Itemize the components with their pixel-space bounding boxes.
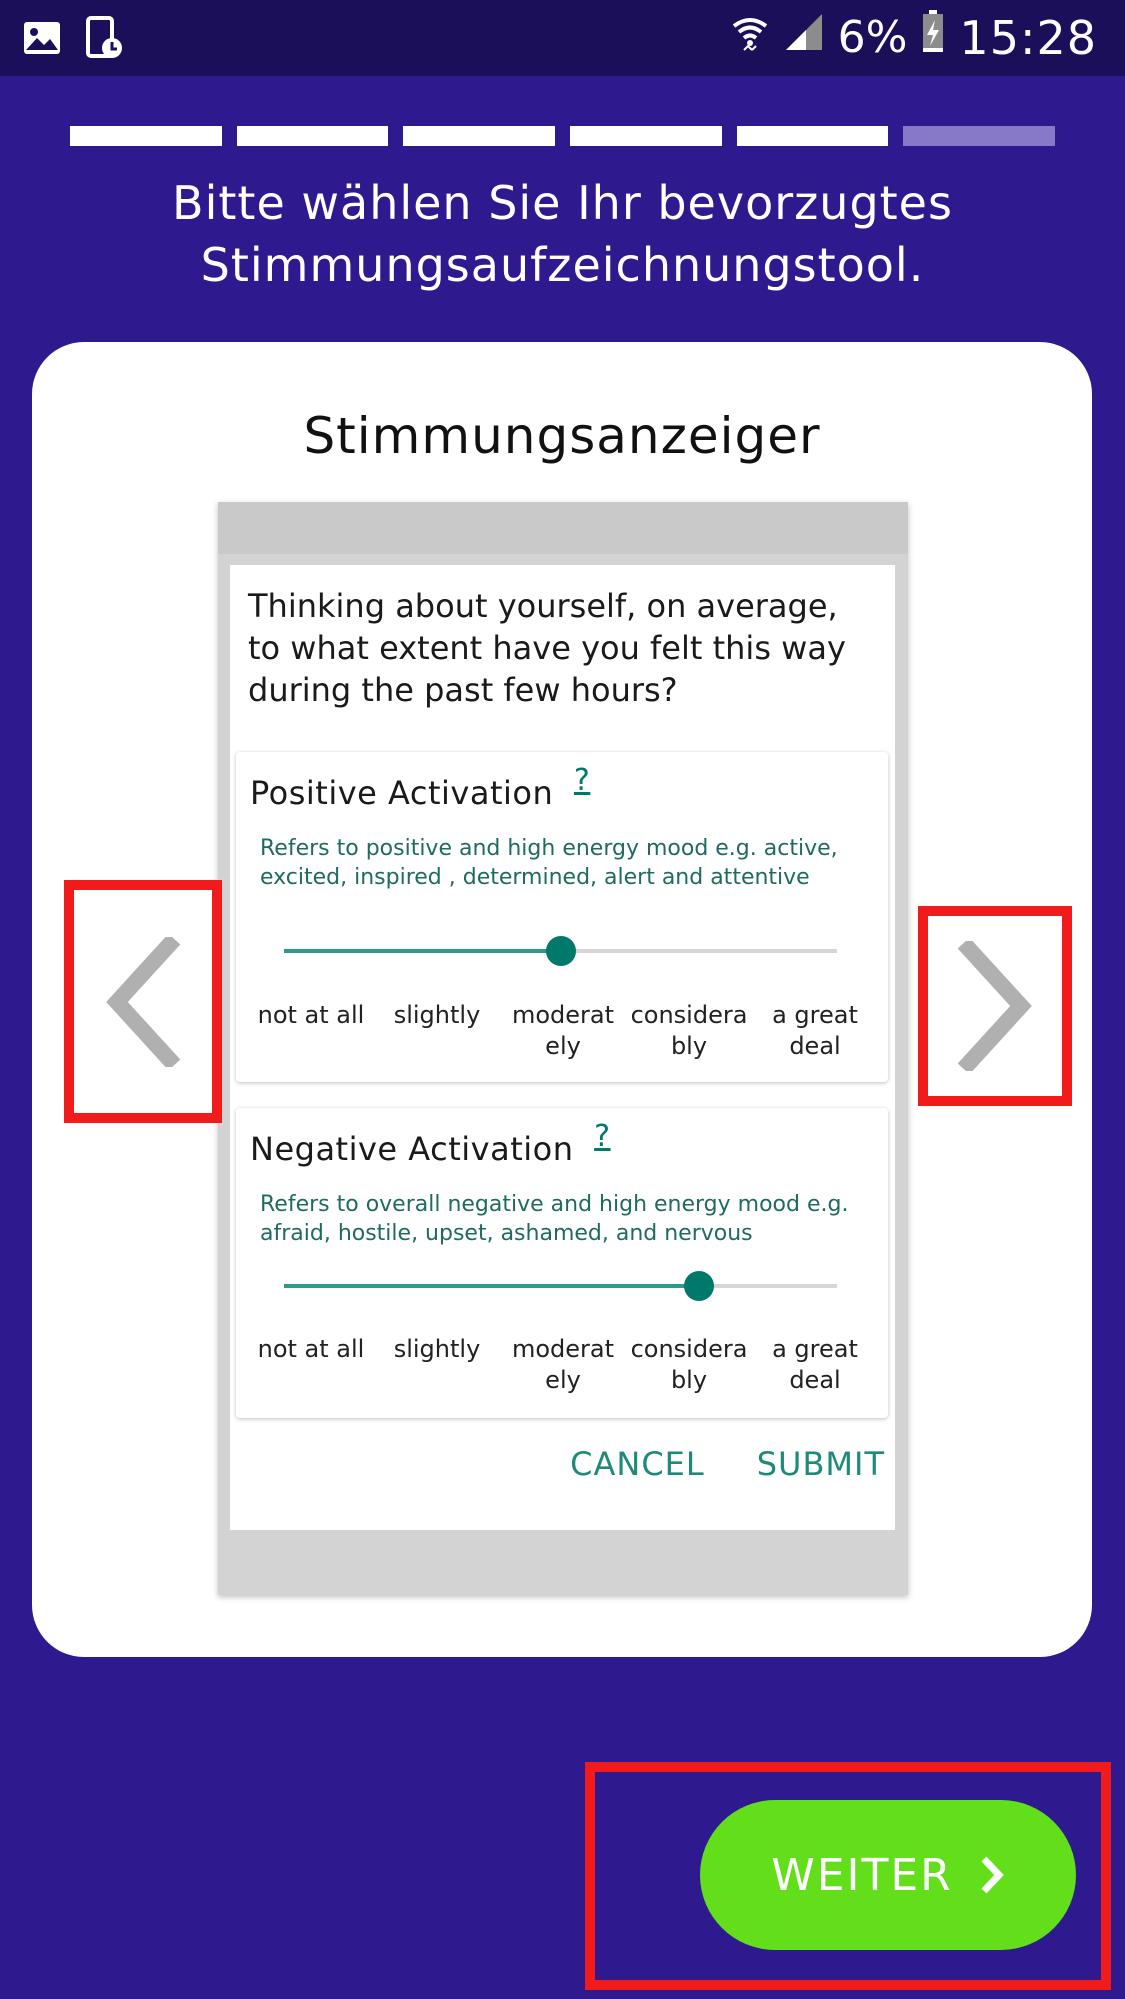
scale-label-slightly: slightly (393, 1335, 481, 1363)
scale-label-slightly: slightly (393, 1001, 481, 1029)
submit-button[interactable]: SUBMIT (757, 1445, 885, 1483)
battery-percent: 6% (837, 12, 908, 63)
weiter-button[interactable]: WEITER (700, 1800, 1076, 1950)
help-link[interactable]: ? (574, 763, 590, 798)
slider-thumb[interactable] (545, 936, 576, 966)
negative-activation-title: Negative Activation (250, 1130, 574, 1168)
preview-dialog: Thinking about yourself, on average, to … (230, 565, 895, 1530)
negative-activation-description: Refers to overall negative and high ener… (260, 1192, 849, 1246)
status-right: 6% 15:28 (730, 10, 1097, 65)
progress-step-3 (403, 126, 556, 146)
chevron-right-icon (981, 1856, 1004, 1894)
help-link[interactable]: ? (594, 1119, 610, 1154)
progress-step-2 (236, 126, 389, 146)
scale-label-not-at-all: not at all (257, 1335, 365, 1363)
heading-line-2: Stimmungsaufzeichnungstool. (200, 238, 925, 292)
positive-activation-slider[interactable] (284, 936, 837, 966)
positive-activation-title: Positive Activation (250, 774, 554, 812)
card-title: Stimmungsanzeiger (303, 407, 821, 465)
progress-step-6 (903, 126, 1056, 146)
signal-icon (784, 12, 824, 63)
chevron-left-icon (106, 936, 181, 1067)
scale-labels: not at all slightly moderat ely consider… (248, 1334, 878, 1396)
battery-charging-icon (921, 10, 945, 65)
progress-indicator (70, 126, 1056, 146)
status-left (22, 16, 124, 64)
cancel-button[interactable]: CANCEL (570, 1445, 705, 1483)
weiter-label: WEITER (771, 1849, 953, 1901)
heading-line-1: Bitte wählen Sie Ihr bevorzugtes (172, 176, 953, 230)
scale-label-a-great-deal: a great deal (772, 1335, 858, 1394)
scale-label-considerably: considera bly (630, 1335, 748, 1394)
positive-activation-panel: Positive Activation ? Refers to positive… (236, 752, 888, 1082)
scale-label-not-at-all: not at all (257, 1001, 365, 1029)
dialog-actions: CANCEL SUBMIT (570, 1445, 885, 1483)
slider-fill (284, 1284, 699, 1288)
panel-title: Positive Activation ? (250, 763, 590, 812)
previous-tool-button[interactable] (64, 880, 222, 1123)
screenshot-icon (84, 16, 124, 64)
scale-label-a-great-deal: a great deal (772, 1001, 858, 1060)
scale-label-moderately: moderat ely (511, 1001, 615, 1060)
tool-preview: Thinking about yourself, on average, to … (218, 502, 908, 1595)
slider-fill (284, 949, 561, 953)
scale-label-considerably: considera bly (630, 1001, 748, 1060)
negative-activation-slider[interactable] (284, 1271, 837, 1301)
wifi-icon (730, 12, 770, 63)
page-heading: Bitte wählen Sie Ihr bevorzugtes Stimmun… (60, 172, 1065, 296)
scale-labels: not at all slightly moderat ely consider… (248, 1000, 878, 1062)
progress-step-4 (570, 126, 722, 146)
chevron-right-icon (957, 941, 1032, 1071)
next-tool-button[interactable] (918, 906, 1072, 1106)
clock: 15:28 (959, 10, 1097, 65)
progress-step-5 (736, 126, 889, 146)
positive-activation-description: Refers to positive and high energy mood … (260, 836, 838, 890)
slider-thumb[interactable] (683, 1271, 714, 1301)
question-text: Thinking about yourself, on average, to … (248, 587, 846, 709)
preview-top-bar (218, 502, 908, 554)
image-icon (22, 18, 62, 62)
panel-title: Negative Activation ? (250, 1119, 611, 1168)
progress-step-1 (70, 126, 222, 146)
scale-label-moderately: moderat ely (511, 1335, 615, 1394)
status-bar: 6% 15:28 (0, 0, 1125, 76)
negative-activation-panel: Negative Activation ? Refers to overall … (236, 1108, 888, 1418)
